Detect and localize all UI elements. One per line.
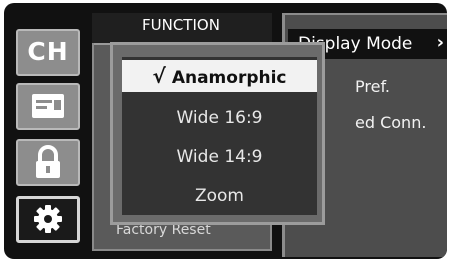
pref-item[interactable]: Pref. [355, 77, 390, 96]
check-icon: √ [152, 64, 166, 88]
ch-label: CH [27, 37, 69, 66]
connection-item[interactable]: ed Conn. [355, 113, 426, 132]
input-source-icon [32, 94, 64, 118]
option-label: Anamorphic [171, 68, 287, 88]
input-source-tab[interactable] [16, 83, 80, 130]
option-anamorphic[interactable]: √ Anamorphic [122, 60, 317, 92]
function-title: FUNCTION [142, 16, 220, 34]
option-zoom[interactable]: Zoom [122, 180, 317, 212]
tv-menu-screen: CH FUNCTION Factory Reset Display Mode ›… [4, 3, 447, 259]
lock-icon [36, 145, 60, 178]
settings-gear-icon [34, 205, 62, 233]
option-wide-16-9[interactable]: Wide 16:9 [122, 102, 317, 134]
lock-tab[interactable] [16, 139, 80, 186]
channel-tab[interactable]: CH [16, 29, 80, 76]
option-wide-14-9[interactable]: Wide 14:9 [122, 141, 317, 173]
chevron-right-icon: › [436, 32, 444, 53]
settings-tab[interactable] [16, 196, 80, 243]
